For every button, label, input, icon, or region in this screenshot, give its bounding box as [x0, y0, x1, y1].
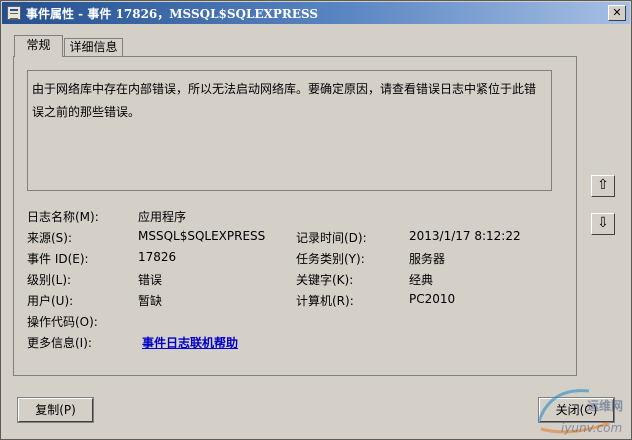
source-value[interactable]: MSSQL$SQLEXPRESS [138, 229, 265, 243]
event-id-label: 事件 ID(E): [27, 252, 89, 266]
task-category-label: 任务类别(Y): [296, 252, 365, 266]
keywords-value[interactable]: 经典 [409, 271, 433, 288]
next-event-button[interactable]: ⇩ [591, 213, 615, 235]
user-value[interactable]: 暂缺 [138, 292, 162, 309]
level-label: 级别(L): [27, 273, 72, 287]
watermark-text-cn: 运维网 [587, 399, 624, 413]
computer-value[interactable]: PC2010 [409, 292, 455, 306]
event-description[interactable]: 由于网络库中存在内部错误，所以无法启动网络库。要确定原因，请查看错误日志中紧位于… [27, 70, 552, 191]
logged-label: 记录时间(D): [296, 231, 367, 245]
watermark-text-url: iyunv.com [561, 421, 623, 435]
event-id-value[interactable]: 17826 [138, 250, 176, 264]
previous-event-button[interactable]: ⇧ [591, 175, 615, 197]
tab-details[interactable]: 详细信息 [64, 38, 123, 56]
tab-general[interactable]: 常规 [14, 35, 63, 58]
watermark: 运维网 iyunv.com [521, 379, 631, 439]
user-label: 用户(U): [27, 294, 74, 308]
event-log-online-help-link[interactable]: 事件日志联机帮助 [142, 334, 238, 351]
task-category-value[interactable]: 服务器 [409, 250, 445, 267]
keywords-label: 关键字(K): [296, 273, 354, 287]
arrow-up-icon: ⇧ [597, 177, 609, 193]
close-window-button[interactable]: ✕ [608, 5, 626, 21]
window-title: 事件属性 - 事件 17826，MSSQL$SQLEXPRESS [26, 7, 319, 21]
level-value[interactable]: 错误 [138, 271, 162, 288]
title-bar[interactable]: 事件属性 - 事件 17826，MSSQL$SQLEXPRESS ✕ [2, 2, 630, 24]
source-label: 来源(S): [27, 231, 73, 245]
computer-label: 计算机(R): [296, 294, 354, 308]
arrow-down-icon: ⇩ [597, 215, 609, 231]
log-name-value[interactable]: 应用程序 [138, 208, 186, 225]
logged-value[interactable]: 2013/1/17 8:12:22 [409, 229, 521, 243]
more-info-label: 更多信息(I): [27, 336, 92, 350]
log-name-label: 日志名称(M): [27, 210, 99, 224]
copy-button[interactable]: 复制(P) [18, 398, 93, 422]
event-viewer-icon [7, 6, 21, 20]
opcode-label: 操作代码(O): [27, 315, 98, 329]
event-properties-window: 事件属性 - 事件 17826，MSSQL$SQLEXPRESS ✕ 详细信息 … [0, 0, 632, 440]
